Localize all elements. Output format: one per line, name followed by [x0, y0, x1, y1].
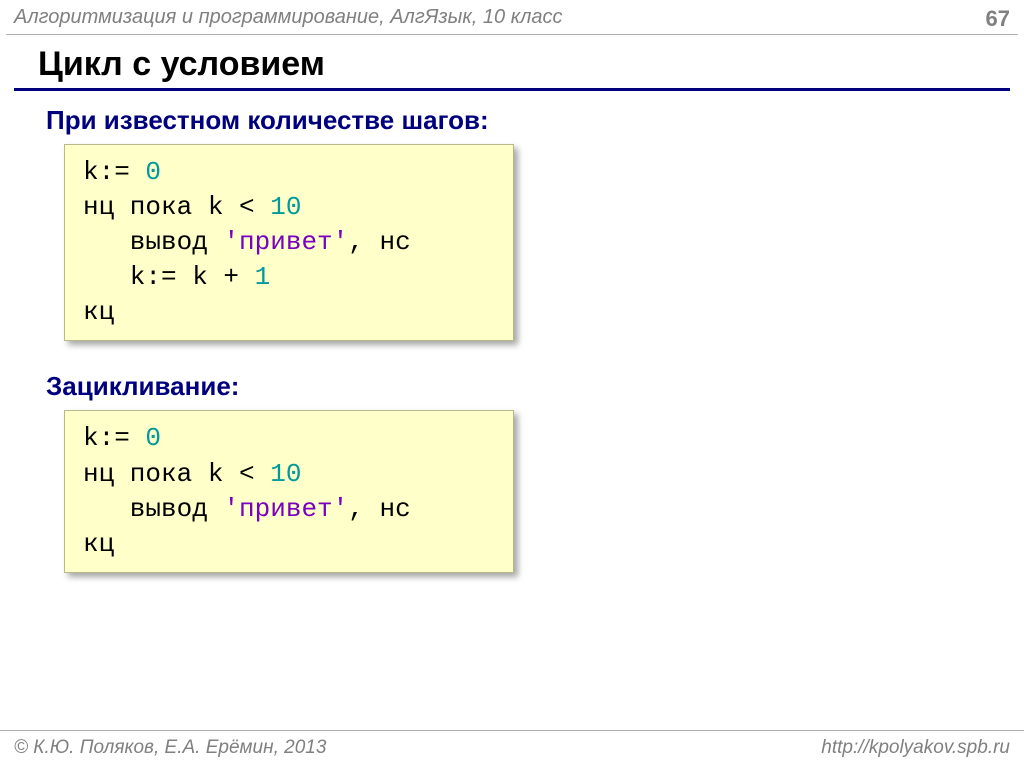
section-label-infinite-loop: Зацикливание:: [46, 371, 1024, 402]
page-number: 67: [986, 6, 1010, 32]
title-underline: [14, 88, 1010, 91]
code-box-infinite-loop: k:= 0 нц пока k < 10 вывод 'привет', нс …: [64, 410, 514, 572]
footer-copyright: © К.Ю. Поляков, Е.А. Ерёмин, 2013: [14, 737, 326, 759]
slide-title: Цикл с условием: [0, 39, 1024, 88]
header-bar: Алгоритмизация и программирование, АлгЯз…: [0, 0, 1024, 34]
header-divider: [6, 34, 1018, 35]
section-label-known-steps: При известном количестве шагов:: [46, 105, 1024, 136]
code-block-1: k:= 0 нц пока k < 10 вывод 'привет', нс …: [83, 155, 495, 330]
code-box-known-steps: k:= 0 нц пока k < 10 вывод 'привет', нс …: [64, 144, 514, 341]
footer-bar: © К.Ю. Поляков, Е.А. Ерёмин, 2013 http:/…: [0, 730, 1024, 767]
course-title: Алгоритмизация и программирование, АлгЯз…: [14, 6, 563, 29]
code-block-2: k:= 0 нц пока k < 10 вывод 'привет', нс …: [83, 421, 495, 561]
footer-url: http://kpolyakov.spb.ru: [821, 737, 1010, 759]
